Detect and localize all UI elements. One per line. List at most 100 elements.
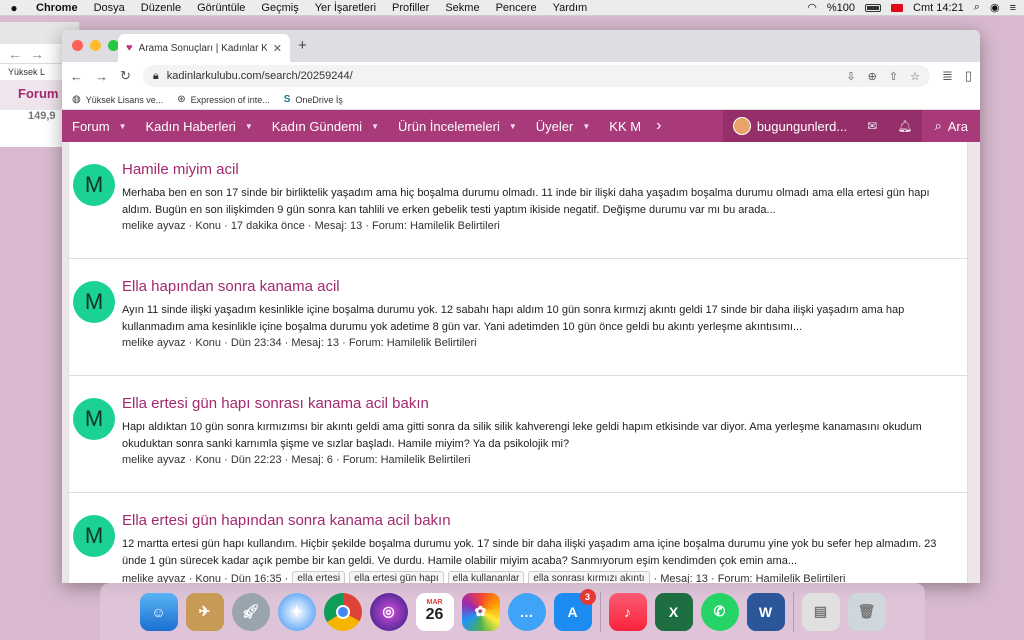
envelope-icon[interactable]: ✉ [857,110,887,142]
menu-clock[interactable]: Cmt 14:21 [913,2,964,14]
calendar-icon[interactable]: MAR 26 [415,592,454,631]
result-title-link[interactable]: Ella ertesi gün hapı sonrası kanama acil… [122,395,429,412]
bookmark-label[interactable]: Yüksek L [8,67,45,77]
menu-dosya[interactable]: Dosya [86,2,133,14]
tab-bar: ♥ Arama Sonuçları | Kadınlar Kulü ✕ + [62,30,980,62]
bookmark-yuksek-lisans[interactable]: ◍ Yüksek Lisans ve... [72,94,163,105]
preview-icon[interactable]: ✈ [185,592,224,631]
menu-app-chrome[interactable]: Chrome [28,2,86,14]
spotlight-icon[interactable]: ⌕ [974,1,980,14]
bookmark-label: Expression of inte... [190,94,270,105]
username: bugungunlerd... [756,118,848,134]
safari-icon[interactable]: ✦ [277,592,316,631]
url-text[interactable]: kadinlarkulubu.com/search/20259244/ [167,70,353,82]
sharepoint-icon: S [283,94,291,105]
zoom-icon[interactable]: ⊕ [868,70,877,83]
messages-icon[interactable]: … [507,592,546,631]
finder-icon[interactable]: ☺ [139,592,178,631]
result-title-link[interactable]: Ella hapından sonra kanama acil [122,278,340,295]
address-bar-actions: ⇩ ⊕ ⇧ ☆ [846,70,920,83]
music-icon[interactable]: ♪ [608,592,647,631]
chevron-down-icon[interactable]: ▼ [119,122,127,131]
nav-urun-incelemeleri[interactable]: Ürün İncelemeleri ▼ [388,110,526,142]
chevron-down-icon[interactable]: ▼ [582,122,590,131]
back-icon[interactable]: ← [70,69,83,84]
nav-kadin-gundemi[interactable]: Kadın Gündemi ▼ [262,110,388,142]
un-logo-icon: ⊛ [177,94,186,105]
menu-yardim[interactable]: Yardım [545,2,596,14]
tag-ella-sonrasi-kirmizi-akinti[interactable]: ella sonrası kırmızı akıntı [528,571,650,583]
meta-prefix: melike ayvaz · Konu · Dün 16:35 · [122,572,289,584]
photos-icon[interactable]: ✿ [461,592,500,631]
bookmark-onedrive[interactable]: S OneDrive İş [284,94,343,105]
result-title-link[interactable]: Ella ertesi gün hapından sonra kanama ac… [122,512,451,529]
tab-close-icon[interactable]: ✕ [273,42,282,55]
word-icon[interactable]: W [746,592,785,631]
documents-stack-icon[interactable]: ▤ [801,592,840,631]
menu-duzenle[interactable]: Düzenle [133,2,189,14]
trash-icon[interactable]: 🗑︎ [847,592,886,631]
control-center-icon[interactable]: ≡ [1010,2,1016,14]
tab-search-results[interactable]: ♥ Arama Sonuçları | Kadınlar Kulü ✕ [118,34,290,62]
window-controls [72,40,119,51]
menu-sekme[interactable]: Sekme [437,2,487,14]
chevron-down-icon[interactable]: ▼ [245,122,253,131]
background-forum-tab[interactable]: Forum [18,86,58,101]
search-button[interactable]: ⌕ Ara [922,110,980,142]
reading-list-icon[interactable]: ≣ [942,68,953,84]
siri-icon[interactable]: ◉ [990,1,1000,14]
avatar[interactable]: M [73,398,115,440]
result-title-link[interactable]: Hamile miyim acil [122,161,239,178]
whatsapp-icon[interactable]: ✆ [700,592,739,631]
tag-ella-ertesi[interactable]: ella ertesi [292,571,346,583]
turkish-flag-icon[interactable] [891,3,904,12]
avatar[interactable]: M [73,515,115,557]
share-icon[interactable]: ⇧ [889,70,898,83]
bookmarks-bar: ◍ Yüksek Lisans ve... ⊛ Expression of in… [62,90,980,110]
nav-scroll-right-icon[interactable]: › [650,110,667,142]
reload-icon[interactable]: ↻ [120,68,131,84]
address-bar[interactable]: 🔒︎ kadinlarkulubu.com/search/20259244/ ⇩… [142,65,930,87]
launchpad-icon[interactable]: 🚀︎ [231,592,270,631]
siri-icon[interactable]: ◎ [369,592,408,631]
chevron-down-icon[interactable]: ▼ [509,122,517,131]
search-label: Ara [947,118,968,134]
forward-icon[interactable]: → [95,69,108,84]
nav-forum[interactable]: Forum ▼ [62,110,135,142]
tag-ella-kullananlar[interactable]: ella kullananlar [447,571,525,583]
install-icon[interactable]: ⇩ [846,70,855,83]
bookmark-expression[interactable]: ⊛ Expression of inte... [177,94,269,105]
new-tab-icon[interactable]: + [298,37,307,54]
app-store-icon[interactable]: A3 [553,588,596,631]
result-meta: melike ayvaz · Konu · Dün 22:23 · Mesaj:… [122,454,471,466]
avatar[interactable]: M [73,281,115,323]
side-panel-icon[interactable]: ▯ [965,68,972,84]
site-navigation: Forum ▼ Kadın Haberleri ▼ Kadın Gündemi … [62,110,980,142]
bell-icon[interactable]: 🔔︎ [887,110,922,142]
result-snippet: 12 martta ertesi gün hapı kullandım. Hiç… [122,538,937,567]
user-menu[interactable]: bugungunlerd... [723,110,857,142]
chevron-down-icon[interactable]: ▼ [371,122,379,131]
apple-icon[interactable]: ● [0,1,28,15]
menu-profiller[interactable]: Profiller [384,2,437,14]
battery-icon[interactable] [865,3,882,12]
close-window-button[interactable] [72,40,83,51]
lock-icon[interactable]: 🔒︎ [153,70,159,83]
excel-icon[interactable]: X [654,592,693,631]
wifi-icon[interactable]: ◠ [807,1,817,14]
browser-toolbar: ← → ↻ 🔒︎ kadinlarkulubu.com/search/20259… [62,62,980,90]
battery-percent: %100 [826,1,856,14]
minimize-window-button[interactable] [90,40,101,51]
search-results-list: M Hamile miyim acil Merhaba ben en son 1… [68,142,968,583]
nav-kk-m[interactable]: KK M [599,110,650,142]
nav-kadin-haberleri[interactable]: Kadın Haberleri ▼ [135,110,261,142]
avatar[interactable]: M [73,164,115,206]
bookmark-star-icon[interactable]: ☆ [910,70,920,83]
menu-yer-isaretleri[interactable]: Yer İşaretleri [307,2,384,14]
chrome-icon[interactable] [323,592,362,631]
menu-gecmis[interactable]: Geçmiş [253,2,306,14]
menu-goruntule[interactable]: Görüntüle [189,2,253,14]
tag-ella-ertesi-gun-hapi[interactable]: ella ertesi gün hapı [349,571,444,583]
menu-pencere[interactable]: Pencere [488,2,545,14]
nav-uyeler[interactable]: Üyeler ▼ [526,110,600,142]
